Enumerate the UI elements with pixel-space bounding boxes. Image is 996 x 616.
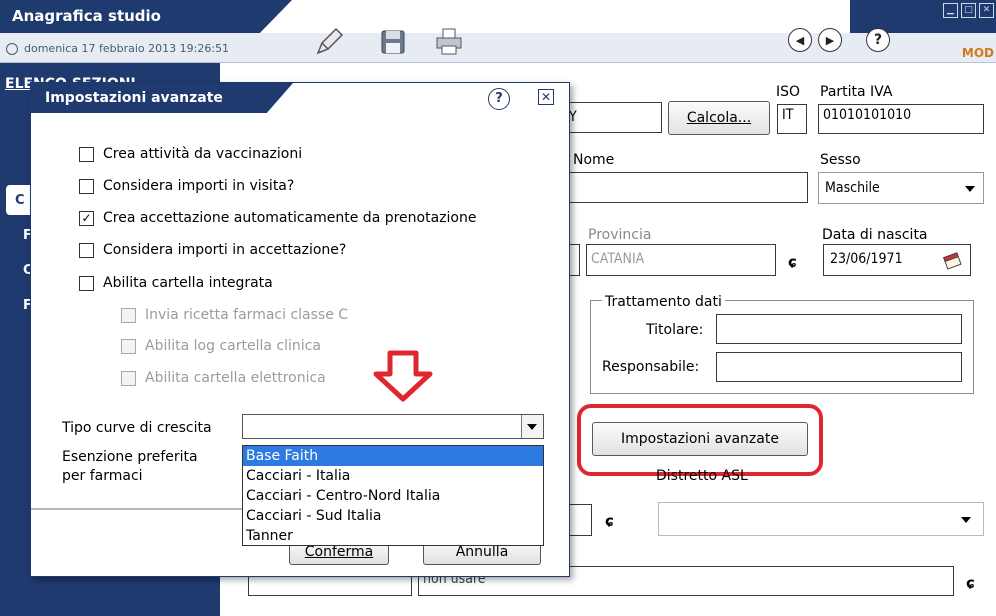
checkbox[interactable] bbox=[79, 146, 94, 162]
codice-fiscale-value: Y bbox=[569, 109, 577, 125]
partita-iva-label: Partita IVA bbox=[820, 84, 893, 100]
asl-search-icon[interactable]: ɕ bbox=[605, 512, 614, 530]
datetime-text: domenica 17 febbraio 2013 19:26:51 bbox=[24, 42, 230, 55]
mode-label: MOD bbox=[961, 46, 994, 60]
option-label: Abilita cartella elettronica bbox=[145, 370, 326, 386]
iso-label: ISO bbox=[776, 84, 801, 100]
chevron-down-icon bbox=[527, 424, 537, 430]
checkbox-checked[interactable]: ✓ bbox=[79, 210, 94, 226]
checkbox[interactable] bbox=[79, 178, 94, 194]
close-window-icon[interactable]: ✕ bbox=[979, 3, 994, 18]
option-importi-visita[interactable]: Considera importi in visita? bbox=[79, 178, 294, 194]
option-crea-attivita[interactable]: Crea attività da vaccinazioni bbox=[79, 146, 302, 162]
dropdown-option-selected[interactable]: Base Faith bbox=[243, 446, 543, 466]
dialog-close-icon[interactable]: ✕ bbox=[538, 89, 554, 105]
titolare-field[interactable] bbox=[716, 314, 962, 344]
datetime-display: domenica 17 febbraio 2013 19:26:51 bbox=[6, 42, 229, 55]
titolare-label: Titolare: bbox=[646, 322, 704, 338]
window-controls-band: ▁ □ ✕ bbox=[850, 0, 996, 33]
option-label: Abilita log cartella clinica bbox=[145, 338, 321, 354]
forward-circle-icon[interactable]: ▶ bbox=[818, 28, 842, 52]
dialog-separator bbox=[31, 508, 267, 510]
provincia-label: Provincia bbox=[588, 227, 652, 243]
dropdown-option[interactable]: Cacciari - Centro-Nord Italia bbox=[243, 486, 543, 506]
help-circle-icon[interactable]: ? bbox=[866, 28, 890, 52]
clock-icon bbox=[6, 42, 18, 55]
window-title: Anagrafica studio bbox=[12, 7, 161, 25]
dropdown-option[interactable]: Cacciari - Italia bbox=[243, 466, 543, 486]
dialog-title: Impostazioni avanzate bbox=[45, 90, 223, 106]
option-invia-ricetta: Invia ricetta farmaci classe C bbox=[121, 307, 348, 323]
distretto-dropdown-icon[interactable] bbox=[961, 517, 971, 523]
nome-label: Nome bbox=[573, 152, 615, 168]
dropdown-option[interactable]: Tanner bbox=[243, 526, 543, 546]
red-down-arrow-icon bbox=[373, 350, 433, 402]
tipo-curve-combobox[interactable] bbox=[242, 414, 544, 439]
checkbox[interactable] bbox=[79, 275, 94, 291]
save-floppy-icon[interactable] bbox=[376, 26, 410, 58]
esenzione-label-line2: per farmaci bbox=[62, 468, 143, 484]
option-cartella-integrata[interactable]: Abilita cartella integrata bbox=[79, 275, 273, 291]
calcola-button[interactable]: Calcola... bbox=[668, 101, 770, 135]
option-label: Crea accettazione automaticamente da pre… bbox=[103, 210, 477, 226]
calendar-icon[interactable] bbox=[942, 250, 962, 270]
nome-field[interactable] bbox=[540, 172, 808, 203]
tipo-curve-dropdown-list: Base Faith Cacciari - Italia Cacciari - … bbox=[242, 445, 544, 546]
conferma-label: Conferma bbox=[304, 544, 374, 560]
distretto-asl-select[interactable] bbox=[658, 502, 984, 536]
data-nascita-label: Data di nascita bbox=[822, 227, 928, 243]
responsabile-field[interactable] bbox=[716, 352, 962, 382]
sidebar-item-1[interactable]: C bbox=[15, 193, 25, 208]
option-label: Abilita cartella integrata bbox=[103, 275, 273, 291]
option-label: Considera importi in visita? bbox=[103, 178, 295, 194]
option-crea-accettazione[interactable]: ✓ Crea accettazione automaticamente da p… bbox=[79, 210, 476, 226]
tipo-curve-label: Tipo curve di crescita bbox=[62, 420, 212, 436]
checkbox-disabled bbox=[121, 338, 136, 354]
sesso-value: Maschile bbox=[825, 180, 880, 196]
responsabile-label: Responsabile: bbox=[602, 359, 700, 375]
iso-field[interactable]: IT bbox=[777, 104, 807, 134]
edit-pen-icon[interactable] bbox=[312, 26, 346, 58]
esenzione-label-line1: Esenzione preferita bbox=[62, 449, 198, 465]
option-importi-accettazione[interactable]: Considera importi in accettazione? bbox=[79, 242, 346, 258]
title-bar: Anagrafica studio ▁ □ ✕ bbox=[0, 0, 996, 33]
combo-dropdown-button[interactable] bbox=[521, 415, 543, 438]
option-label: Crea attività da vaccinazioni bbox=[103, 146, 303, 162]
provincia-search-icon[interactable]: ɕ bbox=[788, 253, 797, 271]
data-nascita-value: 23/06/1971 bbox=[830, 251, 903, 267]
checkbox[interactable] bbox=[79, 242, 94, 258]
option-cartella-elettronica: Abilita cartella elettronica bbox=[121, 370, 326, 386]
sesso-dropdown-icon[interactable] bbox=[965, 186, 975, 192]
checkbox-disabled bbox=[121, 370, 136, 386]
dialog-titlebar: Impostazioni avanzate ? ✕ bbox=[31, 83, 569, 113]
dialog-help-icon[interactable]: ? bbox=[488, 88, 510, 110]
highlight-ring bbox=[577, 404, 823, 476]
option-label: Invia ricetta farmaci classe C bbox=[145, 307, 349, 323]
calcola-label: Calcola... bbox=[686, 110, 752, 126]
sesso-select[interactable]: Maschile bbox=[818, 172, 984, 204]
minimize-icon[interactable]: ▁ bbox=[943, 3, 958, 18]
provincia-field[interactable]: CATANIA bbox=[586, 244, 776, 276]
trattamento-dati-title: Trattamento dati bbox=[602, 294, 725, 310]
dropdown-option[interactable]: Cacciari - Sud Italia bbox=[243, 506, 543, 526]
data-nascita-field[interactable]: 23/06/1971 bbox=[823, 244, 971, 276]
provincia-value: CATANIA bbox=[591, 251, 645, 267]
status-subbar: domenica 17 febbraio 2013 19:26:51 MOD bbox=[0, 33, 996, 63]
distretto-asl-label: Distretto ASL bbox=[656, 468, 748, 484]
back-circle-icon[interactable]: ◀ bbox=[788, 28, 812, 52]
option-label: Considera importi in accettazione? bbox=[103, 242, 347, 258]
bottom-search-icon[interactable]: ɕ bbox=[966, 574, 975, 592]
printer-icon[interactable] bbox=[432, 26, 466, 58]
checkbox-disabled bbox=[121, 307, 136, 323]
restore-icon[interactable]: □ bbox=[961, 3, 976, 18]
partita-iva-field[interactable]: 01010101010 bbox=[818, 104, 984, 134]
sesso-label: Sesso bbox=[820, 152, 861, 168]
option-log-cartella: Abilita log cartella clinica bbox=[121, 338, 321, 354]
